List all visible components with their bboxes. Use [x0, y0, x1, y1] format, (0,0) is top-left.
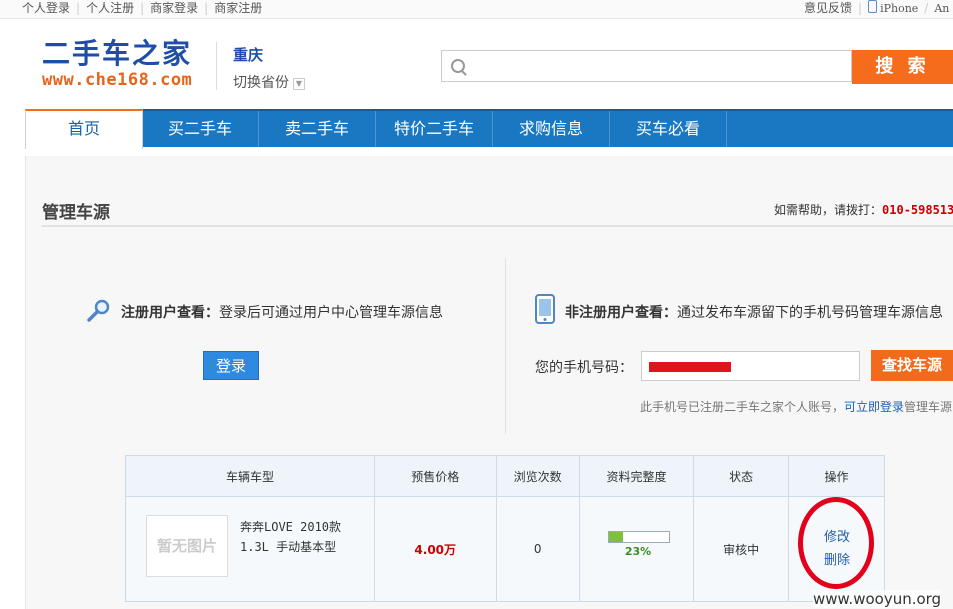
magnifier-icon — [87, 299, 110, 322]
cell-status: 审核中 — [693, 496, 790, 602]
login-now-link[interactable]: 可立即登录 — [844, 400, 904, 414]
personal-login-link[interactable]: 个人登录 — [22, 0, 70, 16]
personal-register-link[interactable]: 个人注册 — [86, 0, 134, 16]
nav-buying-guide[interactable]: 买车必看 — [610, 111, 727, 147]
annotation-circle — [798, 497, 874, 589]
completeness-fill — [609, 532, 623, 542]
registered-phone-note: 此手机号已注册二手车之家个人账号，可立即登录管理车源 — [640, 398, 952, 415]
price-value: 4.00万 — [414, 542, 457, 557]
switch-province-label: 切换省份 — [233, 75, 289, 91]
help-prefix: 如需帮助，请拨打： — [774, 203, 883, 217]
nav-wanted[interactable]: 求购信息 — [493, 111, 610, 147]
note-prefix: 此手机号已注册二手车之家个人账号， — [640, 400, 845, 414]
nav-special-price[interactable]: 特价二手车 — [376, 111, 493, 147]
divider: / — [924, 1, 929, 15]
registered-user-info: 注册用户查看：登录后可通过用户中心管理车源信息 — [121, 302, 443, 322]
dealer-register-link[interactable]: 商家注册 — [214, 0, 262, 16]
search-button[interactable]: 搜 索 — [852, 50, 953, 84]
search-input[interactable] — [472, 55, 846, 79]
logo-text: 二手车之家 — [42, 37, 193, 70]
redaction-bar — [649, 362, 731, 372]
main-nav: 首页 买二手车 卖二手车 特价二手车 求购信息 买车必看 — [25, 109, 953, 149]
registered-desc: 登录后可通过用户中心管理车源信息 — [219, 305, 443, 321]
help-hotline: 如需帮助，请拨打：010-598513 — [774, 201, 953, 218]
col-completeness: 资料完整度 — [578, 455, 695, 497]
unregistered-desc: 通过发布车源留下的手机号码管理车源信息 — [677, 305, 943, 321]
registered-label: 注册用户查看： — [121, 305, 219, 321]
current-city: 重庆 — [233, 46, 264, 64]
top-bar: 个人登录 | 个人注册 | 商家登录 | 商家注册 意见反馈 | iPhone / An — [0, 0, 953, 19]
site-logo[interactable]: 二手车之家 www.che168.com — [42, 37, 202, 91]
help-phone: 010-598513 — [882, 203, 953, 217]
watermark: www.wooyun.org — [813, 590, 942, 608]
listings-table: 车辆车型 预售价格 浏览次数 资料完整度 状态 操作 4.00万 0 审核中 — [125, 455, 885, 602]
car-thumbnail[interactable]: 暂无图片 — [146, 515, 228, 577]
logo-url: www.che168.com — [42, 70, 193, 90]
android-link[interactable]: An — [934, 2, 949, 15]
switch-province[interactable]: 切换省份 ▼ — [233, 72, 305, 92]
col-actions: 操作 — [788, 455, 885, 497]
divider: | — [858, 1, 863, 15]
dealer-login-link[interactable]: 商家登录 — [150, 0, 198, 16]
note-suffix: 管理车源 — [904, 400, 953, 414]
header-divider — [216, 42, 217, 90]
table-header-row: 车辆车型 预售价格 浏览次数 资料完整度 状态 操作 — [125, 455, 885, 497]
unregistered-label: 非注册用户查看： — [565, 305, 677, 321]
completeness-percent: 23% — [624, 545, 652, 558]
chevron-down-icon: ▼ — [293, 78, 305, 90]
title-divider — [42, 225, 953, 227]
feedback-link[interactable]: 意见反馈 — [804, 1, 852, 15]
iphone-link[interactable]: iPhone — [880, 2, 918, 15]
col-views: 浏览次数 — [495, 455, 580, 497]
page-title: 管理车源 — [42, 203, 110, 223]
col-status: 状态 — [693, 455, 790, 497]
search-icon — [451, 59, 465, 73]
car-model-link[interactable]: 奔奔LOVE 2010款 1.3L 手动基本型 — [240, 517, 370, 557]
col-price: 预售价格 — [373, 455, 497, 497]
top-right-links: 意见反馈 | iPhone / An — [804, 0, 949, 17]
nav-sell-used[interactable]: 卖二手车 — [259, 111, 376, 147]
divider: | — [76, 1, 81, 15]
completeness-bar — [608, 531, 670, 543]
cell-views: 0 — [495, 496, 580, 602]
find-listings-button[interactable]: 查找车源 — [871, 350, 953, 381]
phone-number-input[interactable] — [641, 351, 860, 381]
divider: | — [140, 1, 145, 15]
mobile-phone-icon — [535, 294, 555, 324]
unregistered-user-info: 非注册用户查看：通过发布车源留下的手机号码管理车源信息 — [565, 302, 943, 322]
divider: | — [204, 1, 209, 15]
cell-price: 4.00万 — [373, 496, 497, 602]
search-box — [441, 50, 852, 82]
section-divider — [505, 258, 506, 434]
phone-icon — [868, 0, 878, 13]
phone-number-label: 您的手机号码： — [535, 360, 633, 376]
nav-buy-used[interactable]: 买二手车 — [142, 111, 259, 147]
nav-home[interactable]: 首页 — [25, 109, 143, 149]
col-model: 车辆车型 — [125, 455, 375, 497]
login-button[interactable]: 登录 — [203, 351, 259, 380]
top-links: 个人登录 | 个人注册 | 商家登录 | 商家注册 — [22, 0, 262, 16]
